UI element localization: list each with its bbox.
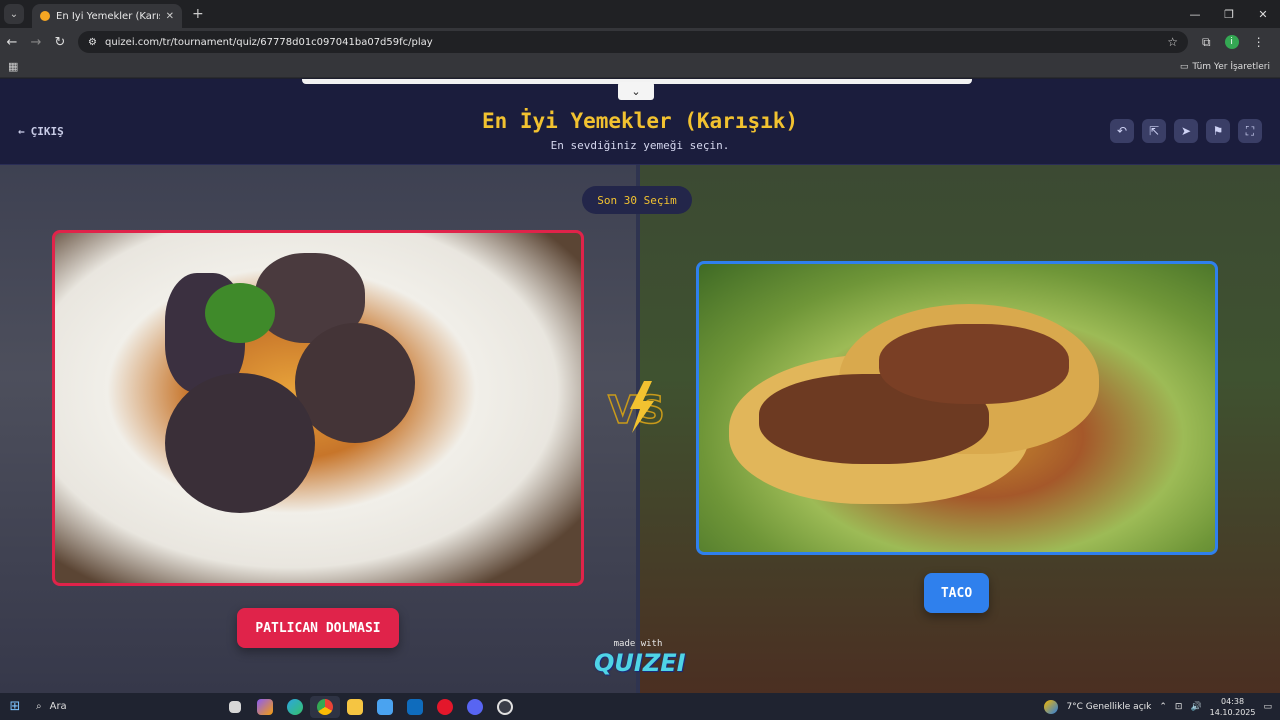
window-controls: — ❐ ✕	[1178, 0, 1280, 28]
matchup-arena: Son 30 Seçim PATLICAN DOLMASI TACO VS ma…	[0, 165, 1280, 693]
quizei-logo[interactable]: QUIZEI	[594, 649, 686, 677]
chrome-icon[interactable]	[310, 695, 340, 718]
taskbar: ⊞ ⌕ Ara 7°C Genellikle açık ⌃ ⊡ 🔊 04:38 …	[0, 693, 1280, 720]
bookmarks-bar: ▦ ▭ Tüm Yer İşaretleri	[0, 56, 1280, 78]
favicon-icon	[40, 11, 50, 21]
file-explorer-icon[interactable]	[340, 696, 370, 718]
opera-icon[interactable]	[430, 696, 460, 718]
address-bar[interactable]: ⚙ quizei.com/tr/tournament/quiz/67778d01…	[78, 31, 1188, 53]
tab-title: En İyi Yemekler (Karışık) - Quizei	[56, 10, 160, 22]
header-actions: ↶ ⇱ ➤ ⚑ ⛶	[1110, 119, 1262, 143]
browser-tab[interactable]: En İyi Yemekler (Karışık) - Quizei ✕	[32, 4, 182, 28]
choice-image-right[interactable]	[696, 261, 1218, 555]
choice-button-left[interactable]: PATLICAN DOLMASI	[237, 608, 399, 648]
weather-icon[interactable]	[1044, 699, 1059, 714]
share-icon[interactable]: ⇱	[1142, 119, 1166, 143]
volume-icon[interactable]: 🔊	[1190, 702, 1201, 712]
versus-icon: VS	[607, 381, 666, 433]
site-info-icon[interactable]: ⚙	[88, 37, 97, 48]
new-tab-button[interactable]: +	[192, 6, 204, 22]
made-with-label: made with	[613, 639, 663, 649]
undo-icon[interactable]: ↶	[1110, 119, 1134, 143]
taco-filling-shape	[879, 324, 1069, 404]
windows-start-icon[interactable]: ⊞	[0, 699, 30, 714]
choice-button-right[interactable]: TACO	[924, 573, 989, 613]
chevron-up-icon[interactable]: ⌃	[1159, 702, 1167, 712]
restore-icon[interactable]: ❐	[1212, 0, 1246, 28]
folder-icon: ▭	[1179, 61, 1189, 72]
copilot-icon[interactable]	[250, 696, 280, 718]
discord-icon[interactable]	[460, 696, 490, 718]
choice-image-left[interactable]	[52, 230, 584, 586]
back-icon[interactable]: ←	[0, 35, 24, 50]
eggplant-shape	[165, 373, 315, 513]
page-title: En İyi Yemekler (Karışık)	[481, 109, 799, 133]
clock[interactable]: 04:38 14.10.2025	[1210, 696, 1256, 718]
search-icon: ⌕	[36, 701, 42, 712]
tab-close-icon[interactable]: ✕	[166, 11, 174, 22]
all-bookmarks[interactable]: ▭ Tüm Yer İşaretleri	[1180, 62, 1270, 72]
minimize-icon[interactable]: —	[1178, 0, 1212, 28]
tab-search-icon[interactable]: ⌄	[4, 4, 24, 24]
app-icon[interactable]	[490, 696, 520, 718]
search-label: Ara	[49, 701, 67, 712]
browser-toolbar: ← → ↻ ⚙ quizei.com/tr/tournament/quiz/67…	[0, 28, 1280, 56]
chevron-down-icon[interactable]: ⌄	[618, 82, 654, 100]
network-icon[interactable]: ⊡	[1175, 702, 1183, 712]
close-window-icon[interactable]: ✕	[1246, 0, 1280, 28]
edge-icon[interactable]	[280, 696, 310, 718]
quiz-page: ← ÇIKIŞ En İyi Yemekler (Karışık) En sev…	[0, 79, 1280, 693]
store-icon[interactable]	[370, 696, 400, 718]
flag-icon[interactable]: ⚑	[1206, 119, 1230, 143]
extensions-icon[interactable]: ⧉	[1202, 35, 1211, 50]
profile-avatar[interactable]: i	[1224, 35, 1239, 49]
round-badge: Son 30 Seçim	[582, 186, 692, 214]
forward-icon[interactable]: →	[24, 35, 48, 50]
reload-icon[interactable]: ↻	[48, 35, 72, 50]
task-view-icon[interactable]	[220, 696, 250, 718]
taskbar-search[interactable]: ⌕ Ara	[30, 696, 220, 718]
outlook-icon[interactable]	[400, 696, 430, 718]
date: 14.10.2025	[1209, 707, 1256, 717]
weather-text[interactable]: 7°C Genellikle açık	[1066, 702, 1151, 712]
fullscreen-icon[interactable]: ⛶	[1238, 119, 1262, 143]
url-text: quizei.com/tr/tournament/quiz/67778d01c0…	[104, 36, 433, 48]
menu-icon[interactable]: ⋮	[1253, 35, 1265, 49]
time: 04:38	[1221, 696, 1245, 706]
notifications-icon[interactable]: ▭	[1263, 702, 1272, 712]
eggplant-shape	[295, 323, 415, 443]
apps-grid-icon[interactable]: ▦	[8, 60, 18, 73]
bookmark-star-icon[interactable]: ☆	[1167, 35, 1178, 49]
send-icon[interactable]: ➤	[1174, 119, 1198, 143]
browser-tab-bar: ⌄ En İyi Yemekler (Karışık) - Quizei ✕ +…	[0, 0, 1280, 28]
system-tray: 7°C Genellikle açık ⌃ ⊡ 🔊 04:38 14.10.20…	[1044, 696, 1280, 718]
parsley-shape	[205, 283, 275, 343]
all-bookmarks-label: Tüm Yer İşaretleri	[1192, 61, 1270, 72]
page-subtitle: En sevdiğiniz yemeği seçin.	[550, 139, 730, 152]
